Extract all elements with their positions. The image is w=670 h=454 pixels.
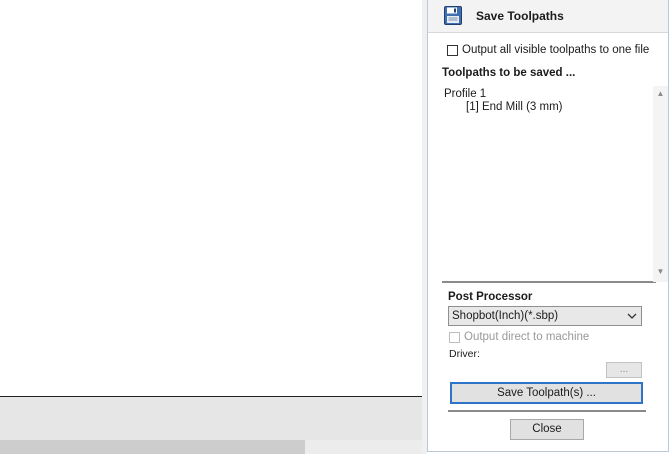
app-window: Save Toolpaths Output all visible toolpa… [0,0,670,454]
output-all-checkbox[interactable] [447,44,458,56]
floppy-disk-icon [444,6,462,25]
driver-browse-button[interactable]: ... [606,362,642,378]
design-canvas[interactable] [0,0,422,397]
output-all-option[interactable]: Output all visible toolpaths to one file [447,44,649,56]
save-toolpaths-panel: Save Toolpaths Output all visible toolpa… [427,0,669,452]
scroll-up-icon[interactable]: ▲ [653,88,668,100]
panel-title: Save Toolpaths [476,9,564,23]
horizontal-scrollbar-thumb[interactable] [0,440,305,454]
post-processor-select[interactable]: Shopbot(Inch)(*.sbp) [448,306,642,326]
output-direct-label: Output direct to machine [464,331,590,343]
list-item[interactable]: Profile 1 [444,88,486,100]
post-processor-heading: Post Processor [448,291,533,303]
scroll-down-icon[interactable]: ▼ [653,266,668,278]
list-item[interactable]: [1] End Mill (3 mm) [466,101,563,113]
post-processor-value: Shopbot(Inch)(*.sbp) [452,310,559,322]
output-direct-option[interactable]: Output direct to machine [449,331,589,343]
output-all-label: Output all visible toolpaths to one file [462,44,650,56]
panel-header: Save Toolpaths [428,0,668,33]
chevron-down-icon [627,309,637,326]
driver-label: Driver: [449,348,480,360]
toolpaths-list[interactable]: Profile 1 [1] End Mill (3 mm) ▲ ▼ [442,86,668,283]
output-direct-checkbox[interactable] [449,331,460,343]
vertical-scrollbar[interactable]: ▲ ▼ [653,86,668,282]
save-toolpaths-button[interactable]: Save Toolpath(s) ... [450,382,643,404]
horizontal-scrollbar[interactable] [0,440,422,454]
divider [448,410,646,412]
toolpaths-heading: Toolpaths to be saved ... [442,67,576,79]
close-button[interactable]: Close [510,419,584,440]
